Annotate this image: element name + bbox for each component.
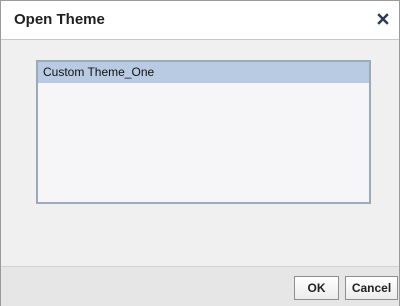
ok-button[interactable]: OK [294,276,339,300]
dialog-titlebar: Open Theme [1,1,399,40]
close-icon [377,13,389,25]
dialog-footer: OK Cancel [1,266,399,306]
dialog-body: Custom Theme_One [1,40,399,266]
open-theme-dialog: Open Theme Custom Theme_One OK Cancel [0,0,400,306]
dialog-title: Open Theme [14,11,105,28]
theme-list[interactable]: Custom Theme_One [36,60,371,204]
list-item[interactable]: Custom Theme_One [38,62,369,83]
close-button[interactable] [373,7,395,31]
cancel-button[interactable]: Cancel [345,276,398,300]
